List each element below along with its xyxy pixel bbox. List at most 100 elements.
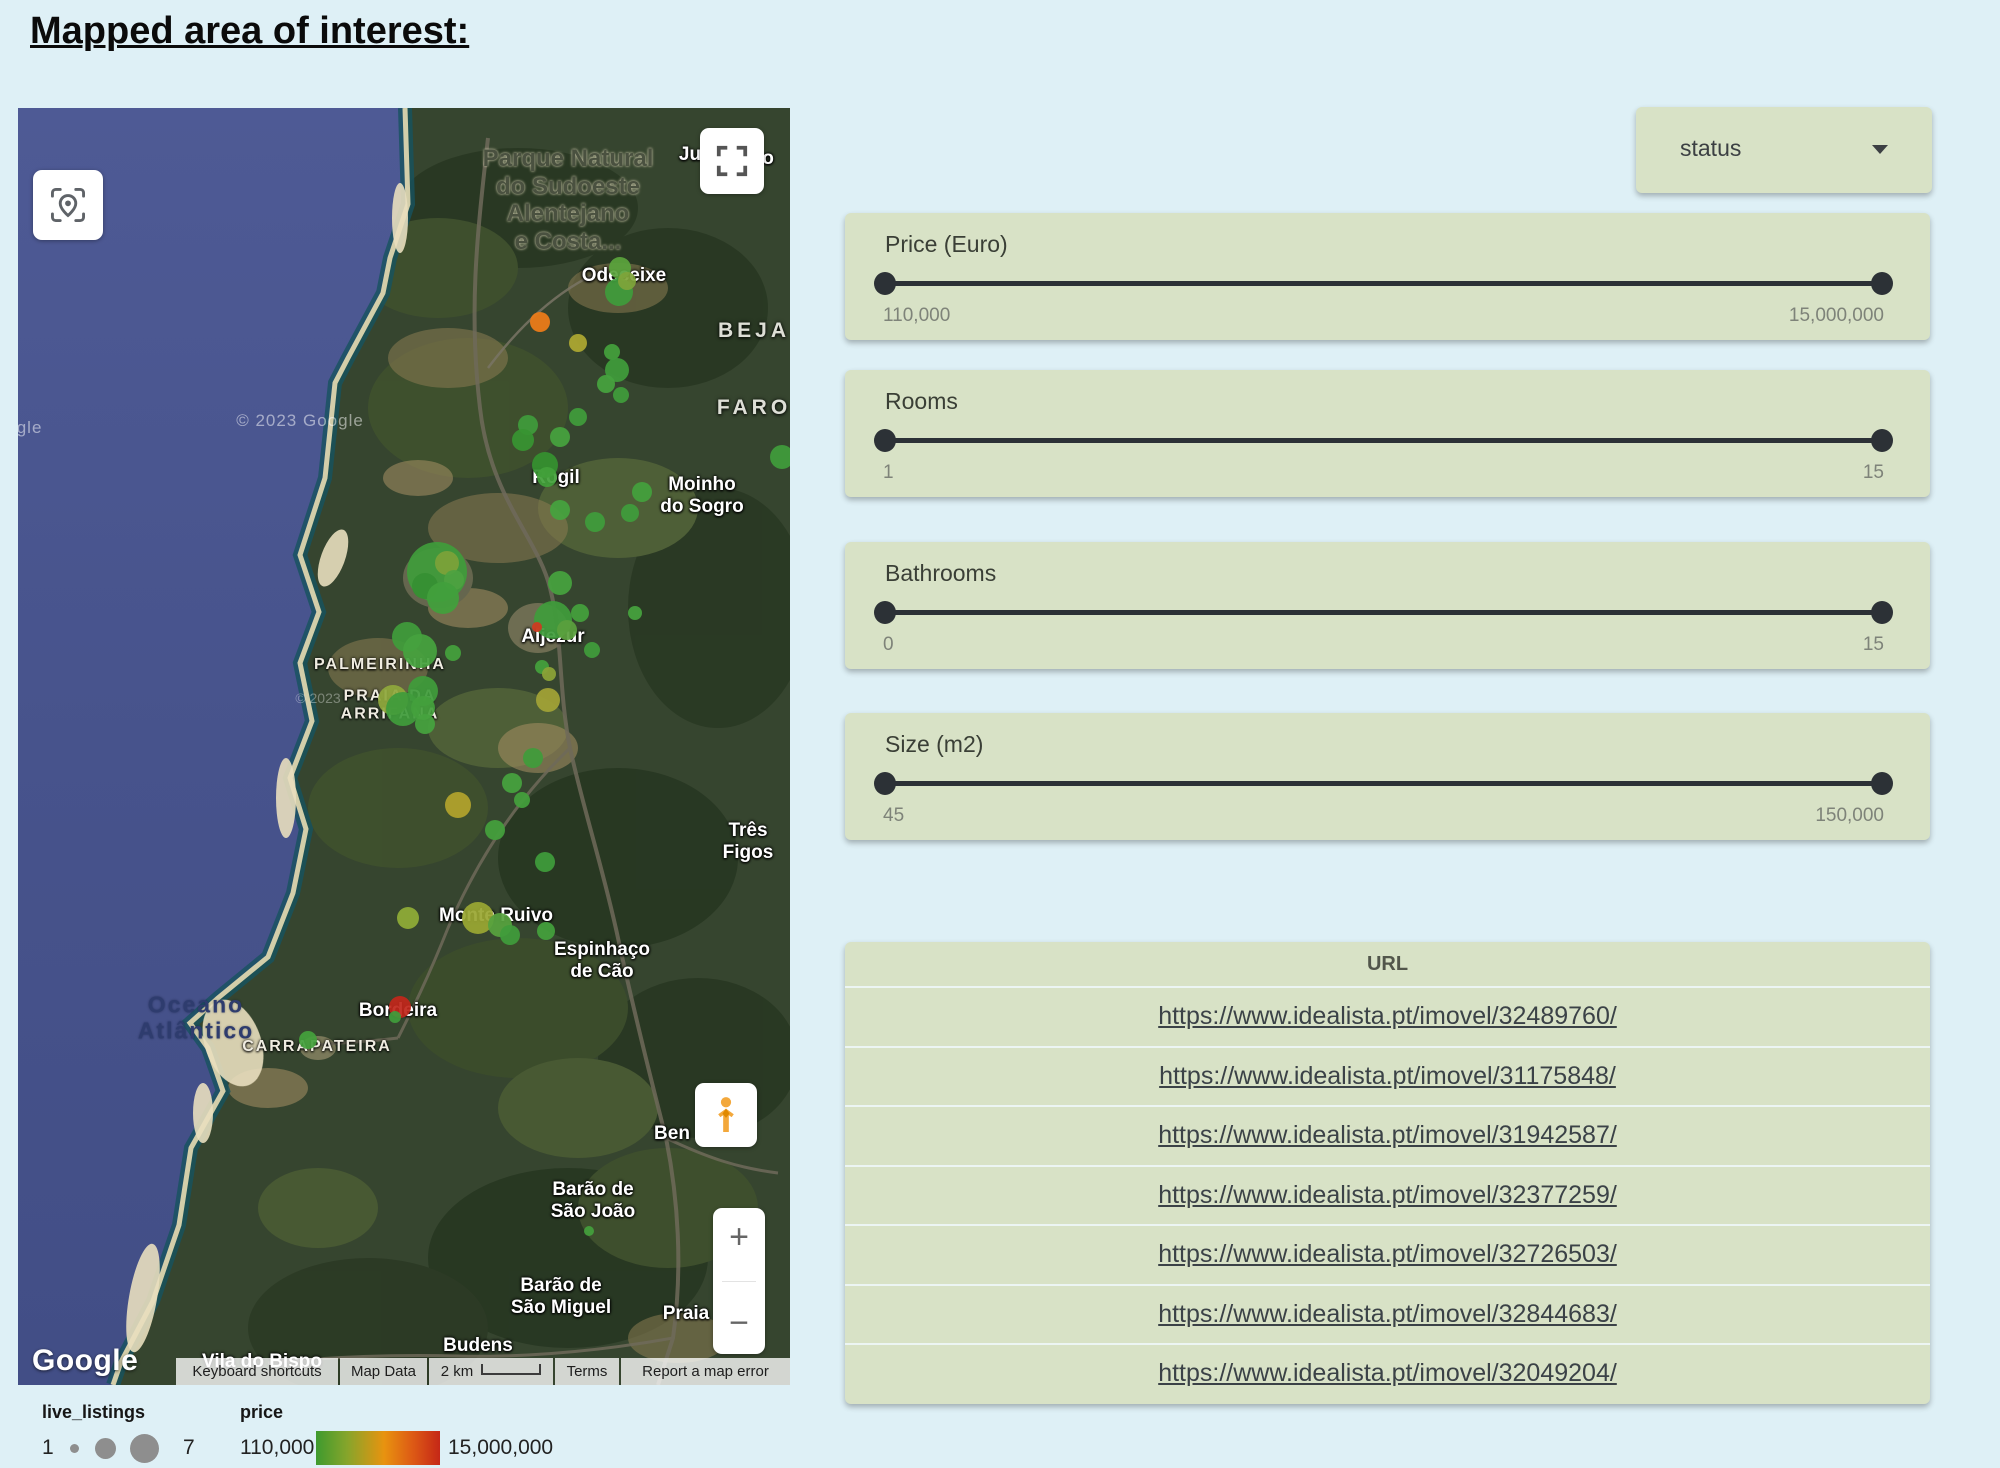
- url-table-header: URL: [845, 942, 1930, 986]
- slider-track[interactable]: [883, 781, 1884, 786]
- pin-in-frame-icon: [48, 185, 88, 225]
- map-data-link[interactable]: Map Data: [340, 1358, 427, 1385]
- slider-max-value: 15: [1863, 634, 1884, 656]
- table-row: https://www.idealista.pt/imovel/32377259…: [845, 1165, 1930, 1225]
- listing-dot[interactable]: [532, 622, 542, 632]
- table-row: https://www.idealista.pt/imovel/32726503…: [845, 1224, 1930, 1284]
- listing-dot[interactable]: [613, 387, 629, 403]
- listing-url-link[interactable]: https://www.idealista.pt/imovel/31942587…: [1158, 1121, 1617, 1150]
- listing-dot[interactable]: [628, 606, 642, 620]
- listing-dot[interactable]: [597, 375, 615, 393]
- listing-dot[interactable]: [389, 1011, 401, 1023]
- listing-dot[interactable]: [632, 482, 652, 502]
- table-row: https://www.idealista.pt/imovel/32489760…: [845, 986, 1930, 1046]
- table-row: https://www.idealista.pt/imovel/32844683…: [845, 1284, 1930, 1344]
- slider-handle-min[interactable]: [874, 601, 896, 624]
- area-select-button[interactable]: [33, 170, 103, 240]
- slider-handle-max[interactable]: [1871, 772, 1893, 795]
- listing-dot[interactable]: [536, 688, 560, 712]
- slider-label: Size (m2): [885, 731, 983, 758]
- slider-handle-max[interactable]: [1871, 429, 1893, 452]
- slider-min-value: 110,000: [883, 305, 950, 327]
- fullscreen-icon: [715, 144, 749, 178]
- listing-dot[interactable]: [770, 445, 790, 469]
- listing-dot[interactable]: [537, 922, 555, 940]
- listing-dot[interactable]: [427, 582, 459, 614]
- slider-min-value: 1: [883, 462, 894, 484]
- listing-url-link[interactable]: https://www.idealista.pt/imovel/32049204…: [1158, 1359, 1617, 1388]
- zoom-in-button[interactable]: +: [713, 1214, 765, 1262]
- listing-dot[interactable]: [542, 667, 556, 681]
- size-legend-title: live_listings: [42, 1402, 145, 1423]
- listing-dot[interactable]: [569, 408, 587, 426]
- slider-handle-min[interactable]: [874, 429, 896, 452]
- table-row: https://www.idealista.pt/imovel/31175848…: [845, 1046, 1930, 1106]
- map[interactable]: Parque Natural do Sudoeste Alentejano e …: [18, 108, 790, 1385]
- filter-card-bathrooms: Bathrooms015: [845, 542, 1930, 669]
- listing-url-link[interactable]: https://www.idealista.pt/imovel/32844683…: [1158, 1300, 1617, 1329]
- listing-dot[interactable]: [618, 272, 636, 290]
- pegman-button[interactable]: [695, 1083, 757, 1147]
- slider-track[interactable]: [883, 438, 1884, 443]
- listing-dot[interactable]: [502, 773, 522, 793]
- report-map-error-link[interactable]: Report a map error: [621, 1358, 790, 1385]
- listing-dot[interactable]: [569, 334, 587, 352]
- price-gradient-bar: [316, 1431, 440, 1465]
- listing-dot[interactable]: [537, 467, 557, 487]
- listing-dot[interactable]: [584, 642, 600, 658]
- listing-dot[interactable]: [514, 792, 530, 808]
- slider-handle-min[interactable]: [874, 772, 896, 795]
- listing-dot[interactable]: [445, 792, 471, 818]
- listing-dot[interactable]: [557, 620, 577, 640]
- listing-dot[interactable]: [548, 571, 572, 595]
- terms-link[interactable]: Terms: [555, 1358, 619, 1385]
- table-row: https://www.idealista.pt/imovel/32049204…: [845, 1343, 1930, 1403]
- listing-dot[interactable]: [550, 427, 570, 447]
- listing-url-link[interactable]: https://www.idealista.pt/imovel/31175848…: [1159, 1062, 1616, 1091]
- listing-dot[interactable]: [535, 852, 555, 872]
- divider: [722, 1281, 756, 1282]
- status-dropdown[interactable]: status: [1636, 107, 1932, 193]
- map-scale: 2 km: [429, 1358, 553, 1385]
- listing-dot[interactable]: [550, 500, 570, 520]
- listing-dot[interactable]: [512, 429, 534, 451]
- listing-dot[interactable]: [571, 604, 589, 622]
- fullscreen-button[interactable]: [700, 128, 764, 194]
- slider-max-value: 15,000,000: [1789, 305, 1884, 327]
- slider-track[interactable]: [883, 281, 1884, 286]
- pegman-icon: [709, 1095, 743, 1135]
- slider-handle-min[interactable]: [874, 272, 896, 295]
- listing-url-link[interactable]: https://www.idealista.pt/imovel/32726503…: [1158, 1240, 1617, 1269]
- scale-bar: [481, 1364, 541, 1375]
- listing-dot[interactable]: [397, 907, 419, 929]
- listing-dot[interactable]: [445, 645, 461, 661]
- price-legend-max: 15,000,000: [448, 1436, 553, 1460]
- slider-handle-max[interactable]: [1871, 601, 1893, 624]
- listing-url-link[interactable]: https://www.idealista.pt/imovel/32489760…: [1158, 1002, 1617, 1031]
- listing-dot[interactable]: [403, 634, 437, 668]
- slider-track[interactable]: [883, 610, 1884, 615]
- keyboard-shortcuts-link[interactable]: Keyboard shortcuts: [176, 1358, 338, 1385]
- listing-dot[interactable]: [500, 925, 520, 945]
- slider-max-value: 15: [1863, 462, 1884, 484]
- google-logo: Google: [32, 1344, 138, 1378]
- listing-dot[interactable]: [523, 748, 543, 768]
- listing-dot[interactable]: [585, 512, 605, 532]
- attribution-text: Map Data: [351, 1363, 416, 1380]
- slider-label: Rooms: [885, 388, 958, 415]
- slider-min-value: 45: [883, 805, 904, 827]
- slider-label: Price (Euro): [885, 231, 1008, 258]
- listing-dot[interactable]: [415, 714, 435, 734]
- listing-url-link[interactable]: https://www.idealista.pt/imovel/32377259…: [1158, 1181, 1617, 1210]
- listing-dot[interactable]: [485, 820, 505, 840]
- listing-dot[interactable]: [584, 1226, 594, 1236]
- listing-dot[interactable]: [299, 1031, 317, 1049]
- size-legend-dot-medium: [95, 1438, 116, 1459]
- size-legend-dot-large: [130, 1434, 159, 1463]
- slider-handle-max[interactable]: [1871, 272, 1893, 295]
- listing-dot[interactable]: [621, 504, 639, 522]
- zoom-out-button[interactable]: −: [713, 1300, 765, 1348]
- url-table: URL https://www.idealista.pt/imovel/3248…: [845, 942, 1930, 1404]
- listing-dot[interactable]: [530, 312, 550, 332]
- slider-label: Bathrooms: [885, 560, 996, 587]
